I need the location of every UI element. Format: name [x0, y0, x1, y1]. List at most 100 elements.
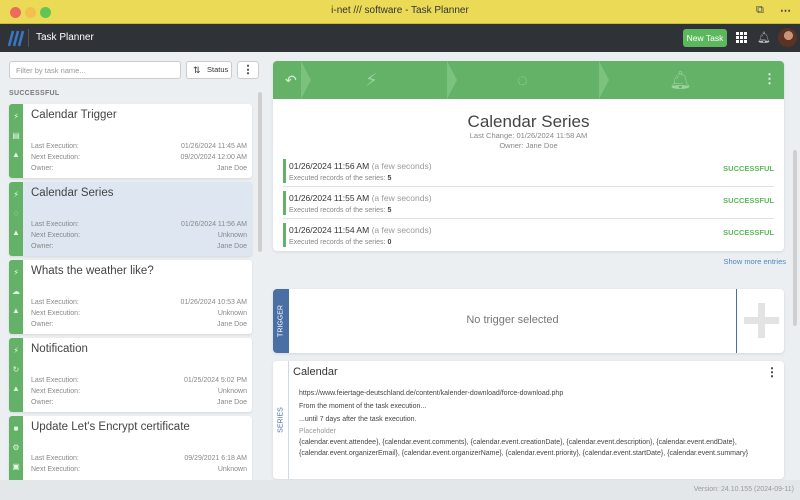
task-title: Notification [31, 343, 88, 355]
execution-entry[interactable]: 01/26/2024 11:54 AM (a few seconds) Exec… [283, 223, 774, 251]
task-overview-card: ↶ ⚡︎ ◌ 🔔︎ ⋮ Calendar Series Last Change:… [273, 61, 784, 251]
version-label: Version: 24.10.155 (2024-09-11) [693, 486, 794, 493]
task-filter-input[interactable]: Filter by task name... [9, 61, 181, 79]
task-title: Whats the weather like? [31, 265, 154, 277]
app-name: Task Planner [36, 32, 94, 43]
next-execution-value: Unknown [217, 232, 247, 239]
lightning-icon: ⚡︎ [13, 112, 19, 121]
owner-label: Owner: [31, 165, 54, 172]
placeholder-label: Placeholder [299, 428, 336, 435]
execution-time: 01/26/2024 11:54 AM [289, 225, 370, 235]
owner-value: Jane Doe [217, 321, 247, 328]
external-window-icon[interactable]: ⧉ [756, 4, 764, 17]
detail-scrollbar[interactable] [793, 150, 797, 326]
task-type-strip: ■ ⚙︎ ▣ [9, 416, 23, 490]
execution-status: SUCCESSFUL [723, 196, 774, 205]
execution-detail-label: Executed records of the series: [289, 239, 386, 246]
refresh-icon: ↻ [12, 365, 20, 374]
execution-ago: (a few seconds) [371, 193, 432, 203]
section-label: SUCCESSFUL [9, 90, 60, 97]
execution-count: 5 [387, 175, 392, 182]
trigger-tab[interactable]: TRIGGER [273, 289, 289, 353]
user-avatar[interactable] [778, 28, 797, 47]
apps-grid-icon[interactable] [736, 32, 747, 43]
series-menu-icon[interactable]: ⋮ [766, 365, 778, 379]
task-type-strip: ⚡︎ ◌ ▲ [9, 182, 23, 256]
bell-icon: ▲ [12, 384, 20, 393]
last-execution-label: Last Execution: [31, 221, 79, 228]
owner-label: Owner: [31, 243, 54, 250]
window-titlebar: i-net /// software - Task Planner ⧉ ⋯ [0, 0, 800, 24]
task-title: Calendar Series [467, 112, 590, 131]
execution-ago: (a few seconds) [371, 225, 432, 235]
owner-value: Jane Doe [217, 243, 247, 250]
show-more-link[interactable]: Show more entries [723, 257, 786, 266]
gear-icon: ⚙︎ [12, 443, 20, 452]
task-menu-icon[interactable]: ⋮ [763, 71, 776, 87]
trigger-lightning-icon[interactable]: ⚡︎ [365, 70, 378, 91]
sort-icon: ⇅ [193, 65, 201, 75]
bell-icon: ▲ [12, 228, 20, 237]
series-tab[interactable]: SERIES [273, 361, 289, 479]
last-execution-label: Last Execution: [31, 143, 79, 150]
list-menu-button[interactable]: ⋮ [237, 61, 259, 79]
trigger-card: TRIGGER No trigger selected [273, 289, 784, 353]
execution-entry[interactable]: 01/26/2024 11:56 AM (a few seconds) Exec… [283, 159, 774, 187]
series-card: SERIES Calendar ⋮ https://www.feiertage-… [273, 361, 784, 479]
calendar-icon: ▤ [12, 131, 20, 140]
next-execution-value: Unknown [217, 310, 247, 317]
add-trigger-button[interactable] [736, 289, 784, 353]
last-change: Last Change: 01/26/2024 11:58 AM [469, 131, 588, 140]
more-options-icon[interactable]: ⋯ [780, 4, 791, 17]
last-execution-label: Last Execution: [31, 299, 79, 306]
task-card[interactable]: ⚡︎ ↻ ▲ Notification Last Execution: 01/25… [9, 338, 252, 412]
placeholder-list: {calendar.event.attendee}, {calendar.eve… [299, 439, 749, 457]
owner-label: Owner: [31, 399, 54, 406]
owner-value: Jane Doe [217, 165, 247, 172]
task-list-scrollbar[interactable] [258, 92, 262, 252]
series-tab-label: SERIES [277, 407, 284, 433]
step-separator [599, 61, 609, 99]
lightning-icon: ⚡︎ [13, 268, 19, 277]
last-execution-value: 01/25/2024 5:02 PM [183, 377, 247, 384]
next-execution-label: Next Execution: [31, 154, 81, 161]
execution-count: 5 [387, 207, 392, 214]
last-execution-value: 01/26/2024 11:56 AM [180, 221, 247, 228]
series-ring-icon[interactable]: ◌ [517, 70, 528, 91]
next-execution-label: Next Execution: [31, 466, 81, 473]
bell-icon: ▲ [12, 306, 20, 315]
next-execution-value: Unknown [217, 388, 247, 395]
series-from: From the moment of the task execution... [299, 403, 427, 410]
task-type-strip: ⚡︎ ☁︎ ▲ [9, 260, 23, 334]
task-owner: Owner: Jane Doe [499, 141, 558, 150]
trigger-tab-label: TRIGGER [277, 305, 285, 337]
execution-detail-label: Executed records of the series: [289, 207, 386, 214]
back-arrow-icon[interactable]: ↶ [285, 72, 297, 89]
notification-bell-icon[interactable]: 🔔︎ [669, 70, 692, 91]
notifications-bell-icon[interactable]: 🔔︎ [757, 31, 771, 44]
status-bar [283, 191, 286, 215]
last-execution-value: 01/26/2024 10:53 AM [180, 299, 247, 306]
step-separator [447, 61, 457, 99]
task-card[interactable]: ■ ⚙︎ ▣ Update Let's Encrypt certificate … [9, 416, 252, 490]
status-bar [283, 159, 286, 183]
folder-icon: ■ [13, 424, 19, 433]
series-url: https://www.feiertage-deutschland.de/con… [299, 390, 564, 397]
status-sort-button[interactable]: ⇅ Status [186, 61, 232, 79]
execution-status: SUCCESSFUL [723, 164, 774, 173]
task-type-strip: ⚡︎ ↻ ▲ [9, 338, 23, 412]
execution-count: 0 [387, 239, 392, 246]
status-bar [283, 223, 286, 247]
task-title: Calendar Trigger [31, 109, 117, 121]
next-execution-label: Next Execution: [31, 310, 81, 317]
task-card[interactable]: ⚡︎ ☁︎ ▲ Whats the weather like? Last Exe… [9, 260, 252, 334]
footer: Version: 24.10.155 (2024-09-11) [0, 480, 800, 500]
task-type-strip: ⚡︎ ▤ ▲ [9, 104, 23, 178]
new-task-button[interactable]: New Task [683, 29, 727, 47]
task-card-selected[interactable]: ⚡︎ ◌ ▲ Calendar Series Last Execution: 01… [9, 182, 252, 256]
execution-entry[interactable]: 01/26/2024 11:55 AM (a few seconds) Exec… [283, 191, 774, 219]
last-execution-value: 09/29/2021 6:18 AM [184, 455, 247, 462]
owner-label: Owner: [31, 321, 54, 328]
task-card[interactable]: ⚡︎ ▤ ▲ Calendar Trigger Last Execution: 0… [9, 104, 252, 178]
task-title: Calendar Series [31, 187, 114, 199]
